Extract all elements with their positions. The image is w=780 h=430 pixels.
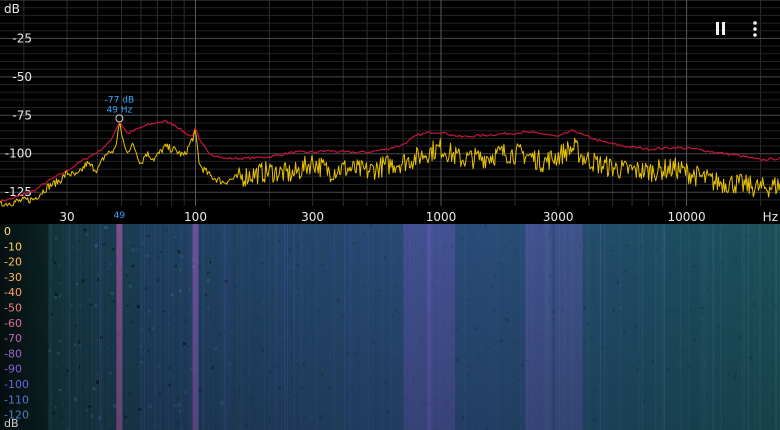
x-axis-label: Hz xyxy=(763,210,778,224)
scale-tick-label: -80 xyxy=(4,347,22,360)
pause-button[interactable] xyxy=(710,18,732,40)
scale-unit-label: dB xyxy=(4,417,19,430)
scale-tick-label: -90 xyxy=(4,363,22,376)
spectrogram-chart[interactable]: 0-10-20-30-40-50-60-70-80-90-100-110-120… xyxy=(0,224,780,430)
x-tick-label: 100 xyxy=(184,210,207,224)
x-tick-label: 3000 xyxy=(543,210,574,224)
peak-hz-label: 49 Hz xyxy=(106,105,132,115)
x-tick-label: 1000 xyxy=(426,210,457,224)
y-tick-label: -75 xyxy=(12,108,32,122)
scale-tick-label: -110 xyxy=(4,393,29,406)
scale-tick-label: 0 xyxy=(4,225,11,238)
y-tick-label: -125 xyxy=(5,185,32,199)
x-tick-label: 30 xyxy=(59,210,74,224)
y-tick-label: -25 xyxy=(12,31,32,45)
scale-tick-label: -10 xyxy=(4,240,22,253)
scale-tick-label: -30 xyxy=(4,271,22,284)
scale-tick-label: -60 xyxy=(4,317,22,330)
scale-tick-label: -70 xyxy=(4,332,22,345)
spectrum-chart[interactable]: -25-50-75-100-125 30 100 300 1000 3000 10000 … xyxy=(0,0,780,224)
y-tick-label: -100 xyxy=(5,147,32,161)
peak-db-label: -77 dB xyxy=(105,95,134,105)
y-tick-label: -50 xyxy=(12,70,32,84)
scale-tick-label: -50 xyxy=(4,302,22,315)
scale-tick-label: -100 xyxy=(4,378,29,391)
overflow-menu-button[interactable] xyxy=(744,18,766,40)
scale-tick-label: -40 xyxy=(4,286,22,299)
scale-tick-label: -20 xyxy=(4,256,22,269)
x-tick-label: 10000 xyxy=(668,210,706,224)
peak-axis-label: 49 xyxy=(114,211,126,221)
x-tick-label: 300 xyxy=(301,210,324,224)
more-vert-icon xyxy=(753,21,757,37)
y-axis-label: dB xyxy=(4,2,20,16)
